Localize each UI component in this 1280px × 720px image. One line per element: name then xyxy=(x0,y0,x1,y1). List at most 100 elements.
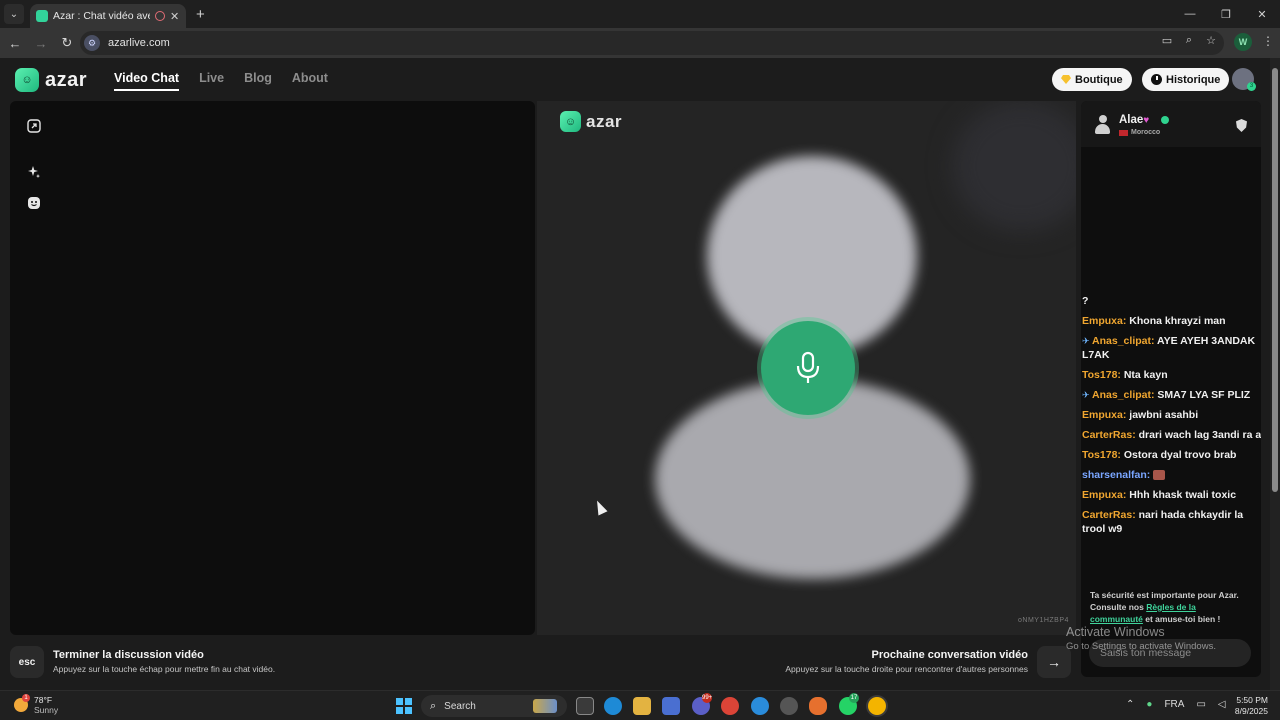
nav-video-chat[interactable]: Video Chat xyxy=(114,71,180,91)
tab-title: Azar : Chat vidéo avec de n xyxy=(53,10,150,22)
chat-panel: Alae♥ Morocco ? Empuxa: Khona khrayzi ma… xyxy=(1081,101,1261,677)
morocco-flag-icon xyxy=(1119,129,1128,136)
browser-menu-icon[interactable]: ⋮ xyxy=(1262,34,1274,48)
main-nav: Video Chat Live Blog About xyxy=(114,71,328,91)
recording-indicator-icon xyxy=(155,11,165,21)
historique-label: Historique xyxy=(1166,73,1221,86)
weather-temp: 78°F xyxy=(34,695,53,705)
back-button[interactable]: ← xyxy=(4,32,26,54)
cast-icon[interactable]: ▭ xyxy=(1160,34,1174,47)
chrome-active-icon[interactable] xyxy=(868,697,886,715)
taskbar-clock[interactable]: 5:50 PM 8/9/2025 xyxy=(1230,695,1268,717)
end-chat-hint: Appuyez sur la touche échap pour mettre … xyxy=(53,664,276,674)
remote-azar-logo: ☺ azar xyxy=(560,111,622,132)
restore-icon[interactable]: ❐ xyxy=(1208,0,1244,28)
report-shield-icon[interactable] xyxy=(1236,119,1247,132)
verified-badge-icon xyxy=(1161,116,1169,124)
nav-blog[interactable]: Blog xyxy=(244,71,272,91)
session-id: oNMY1HZBP4 xyxy=(1018,617,1069,624)
self-video-panel xyxy=(10,101,535,635)
page-scrollbar[interactable] xyxy=(1270,58,1280,690)
nav-about[interactable]: About xyxy=(292,71,328,91)
pin-icon: ✈ xyxy=(1082,336,1093,346)
chat-partial-line: ? xyxy=(1082,295,1089,307)
site-header: ☺ azar Video Chat Live Blog About Boutiq… xyxy=(0,58,1270,100)
sparkle-effects-icon[interactable] xyxy=(27,165,41,179)
heart-icon: ♥ xyxy=(1143,115,1150,126)
edge-icon[interactable] xyxy=(604,697,622,715)
whatsapp-badge: 17 xyxy=(849,693,859,703)
browser-tab-azar[interactable]: Azar : Chat vidéo avec de n ✕ xyxy=(30,4,186,28)
tray-overflow-icon[interactable]: ⌃ xyxy=(1126,699,1134,710)
browser-profile-avatar[interactable]: W xyxy=(1234,33,1252,51)
remote-logo-text: azar xyxy=(586,111,623,131)
file-explorer-icon[interactable] xyxy=(633,697,651,715)
end-chat-title: Terminer la discussion vidéo xyxy=(53,649,204,661)
zoom-icon[interactable]: ⌕ xyxy=(1182,34,1196,47)
avatar-badge: 3 xyxy=(1247,82,1256,91)
face-filter-icon[interactable] xyxy=(27,196,41,210)
pin-icon: ✈ xyxy=(1082,390,1093,400)
peer-country: Morocco xyxy=(1119,129,1160,136)
next-chat-title: Prochaine conversation vidéo xyxy=(871,649,1029,661)
windows-start-icon[interactable] xyxy=(396,698,412,714)
weather-desc: Sunny xyxy=(34,705,59,715)
app-icon[interactable] xyxy=(780,697,798,715)
azar-logo-icon: ☺ xyxy=(15,68,39,92)
chat-message: Empuxa: Khona khrayzi man xyxy=(1082,315,1226,327)
close-tab-icon[interactable]: ✕ xyxy=(170,10,180,23)
chat-messages: ? Empuxa: Khona khrayzi man ✈ Anas_clipa… xyxy=(1082,294,1261,542)
chat-message: CarterRas: nari hada chkaydir la trool w… xyxy=(1082,509,1244,535)
teams-badge: 99+ xyxy=(702,693,713,703)
close-window-icon[interactable]: ✕ xyxy=(1244,0,1280,28)
address-bar[interactable]: ⚙ azarlive.com ▭ ⌕ ☆ xyxy=(80,31,1224,55)
site-info-icon[interactable]: ⚙ xyxy=(84,35,100,51)
taskbar-search[interactable]: ⌕ Search xyxy=(421,695,567,717)
chat-message: ✈ Anas_clipat: AYE AYEH 3ANDAK L7AK xyxy=(1082,335,1256,361)
blurred-background xyxy=(952,101,1076,231)
historique-button[interactable]: Historique xyxy=(1142,68,1230,91)
tray-mic-icon[interactable]: ● xyxy=(1146,699,1152,710)
bookmark-star-icon[interactable]: ☆ xyxy=(1204,34,1218,47)
chat-message: Tos178: Ostora dyal trovo brab xyxy=(1082,449,1237,461)
expand-icon[interactable] xyxy=(27,119,41,133)
logo-text: azar xyxy=(45,68,88,91)
network-icon[interactable]: ▭ xyxy=(1196,699,1205,710)
microphone-app-icon[interactable] xyxy=(809,697,827,715)
store-icon[interactable] xyxy=(662,697,680,715)
peer-name: Alae♥ xyxy=(1119,114,1150,126)
tab-search-menu[interactable]: ⌄ xyxy=(4,4,24,24)
browser-tabbar: ⌄ Azar : Chat vidéo avec de n ✕ + — ❐ ✕ xyxy=(0,0,1280,28)
safety-notice: Ta sécurité est importante pour Azar. Co… xyxy=(1090,590,1239,624)
reload-button[interactable]: ↻ xyxy=(56,32,78,54)
task-view-icon[interactable] xyxy=(576,697,594,715)
nav-live[interactable]: Live xyxy=(199,71,224,91)
peer-header: Alae♥ Morocco xyxy=(1081,101,1261,147)
new-tab-button[interactable]: + xyxy=(196,6,205,23)
chat-message: ✈ Anas_clipat: SMA7 LYA SF PLIZ xyxy=(1082,389,1251,401)
chrome-icon[interactable] xyxy=(721,697,739,715)
window-controls: — ❐ ✕ xyxy=(1172,0,1280,28)
azar-logo[interactable]: ☺ azar xyxy=(15,68,87,92)
emoji-icon xyxy=(1153,470,1166,481)
chat-message: Empuxa: Hhh khask twali toxic xyxy=(1082,489,1237,501)
weather-widget[interactable]: 1 78°F Sunny xyxy=(14,694,59,715)
sun-weather-icon: 1 xyxy=(14,694,30,712)
remote-video-panel: ☺ azar oNMY1HZBP4 xyxy=(537,101,1076,635)
boutique-label: Boutique xyxy=(1075,73,1123,86)
end-chat-esc-button[interactable]: esc xyxy=(10,646,44,678)
search-highlight-art xyxy=(533,699,557,713)
windows-taskbar: 1 78°F Sunny ⌕ Search 99+ 17 ⌃ ● FRA ▭ ◁… xyxy=(0,690,1280,720)
chat-message: Tos178: Nta kayn xyxy=(1082,369,1168,381)
minimize-icon[interactable]: — xyxy=(1172,0,1208,28)
language-indicator[interactable]: FRA xyxy=(1164,699,1184,710)
page-content: ☺ azar Video Chat Live Blog About Boutiq… xyxy=(0,58,1270,690)
chrome-profile-icon[interactable] xyxy=(751,697,769,715)
history-clock-icon xyxy=(1151,74,1162,85)
peer-avatar-icon xyxy=(1095,115,1110,135)
forward-button[interactable]: → xyxy=(30,32,52,54)
boutique-button[interactable]: Boutique xyxy=(1052,68,1132,91)
chat-message: Empuxa: jawbni asahbi xyxy=(1082,409,1199,421)
volume-icon[interactable]: ◁ xyxy=(1218,699,1226,710)
microphone-icon xyxy=(796,351,820,383)
